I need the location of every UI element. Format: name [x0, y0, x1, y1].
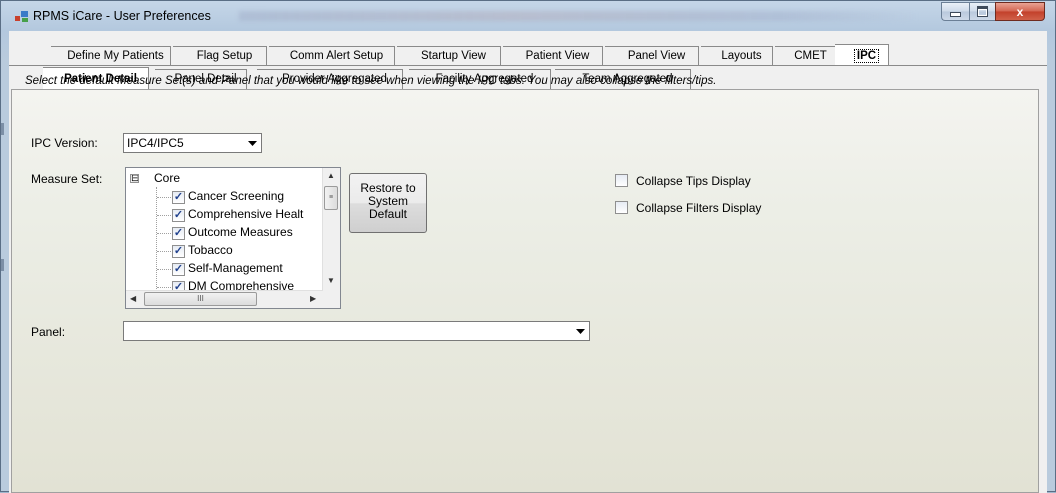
collapse-filters-label: Collapse Filters Display — [636, 201, 762, 215]
collapse-tips-label: Collapse Tips Display — [636, 174, 751, 188]
checkbox-unchecked-icon[interactable] — [615, 174, 628, 187]
ipc-version-value: IPC4/IPC5 — [127, 136, 184, 150]
check-icon: ✓ — [173, 263, 184, 275]
window-title: RPMS iCare - User Preferences — [33, 9, 211, 23]
scroll-right-icon[interactable]: ▶ — [310, 294, 316, 303]
tree-line — [157, 197, 171, 198]
tab-label: Startup View — [421, 50, 486, 62]
tree-item-label: Outcome Measures — [188, 225, 293, 239]
check-icon: ✓ — [173, 191, 184, 203]
tab-label: Panel View — [627, 50, 686, 62]
ipc-version-label: IPC Version: — [31, 136, 98, 150]
window-app-icon — [15, 11, 28, 22]
minimize-icon — [950, 12, 961, 17]
tab-define-my-patients[interactable]: Define My Patients — [43, 46, 171, 66]
tree-line — [157, 233, 171, 234]
collapse-filters-checkbox[interactable]: Collapse Filters Display — [615, 201, 761, 215]
tab-comm-alert-setup[interactable]: Comm Alert Setup — [261, 46, 395, 66]
tab-label: IPC — [853, 49, 880, 63]
tree-item-label: Cancer Screening — [188, 189, 285, 203]
tree-item-label: Tobacco — [188, 243, 233, 257]
checkbox-checked-icon[interactable]: ✓ — [172, 263, 185, 276]
scroll-thumb[interactable]: ≡ — [324, 186, 338, 210]
tree-line — [157, 215, 171, 216]
scroll-left-icon[interactable]: ◀ — [130, 294, 136, 303]
tree-item[interactable]: Self-Management — [188, 261, 283, 278]
scroll-thumb[interactable]: III — [144, 292, 257, 306]
tree-line — [157, 269, 171, 270]
measure-set-tree[interactable]: ⊟ Core ✓ Cancer Screening ✓ Comprehensiv… — [125, 167, 341, 309]
checkbox-checked-icon[interactable]: ✓ — [172, 209, 185, 222]
maximize-button[interactable] — [969, 2, 995, 21]
tree-item[interactable]: Cancer Screening — [188, 189, 284, 206]
resize-grip — [1, 259, 4, 271]
ipc-version-dropdown[interactable]: IPC4/IPC5 — [123, 133, 262, 153]
chevron-down-icon[interactable] — [244, 135, 260, 151]
collapse-tips-checkbox[interactable]: Collapse Tips Display — [615, 174, 751, 188]
tab-ipc[interactable]: IPC — [827, 44, 889, 66]
scroll-down-icon[interactable]: ▼ — [327, 276, 335, 285]
checkbox-checked-icon[interactable]: ✓ — [172, 245, 185, 258]
tab-startup-view[interactable]: Startup View — [389, 46, 501, 66]
tree-horizontal-scrollbar[interactable]: ◀ III ▶ — [126, 290, 323, 308]
tab-label: Layouts — [721, 50, 762, 62]
main-window: RPMS iCare - User Preferences x Define M… — [0, 0, 1056, 493]
close-button[interactable]: x — [995, 2, 1045, 21]
tab-label: Flag Setup — [196, 50, 253, 62]
tab-flag-setup[interactable]: Flag Setup — [165, 46, 267, 66]
chevron-down-icon[interactable] — [572, 323, 588, 339]
tree-vertical-scrollbar[interactable]: ▲ ≡ ▼ — [322, 168, 340, 291]
tab-layouts[interactable]: Layouts — [693, 46, 773, 66]
tab-cmet[interactable]: CMET — [767, 46, 837, 66]
checkbox-checked-icon[interactable]: ✓ — [172, 191, 185, 204]
tree-node-label: Core — [154, 171, 181, 185]
scroll-corner — [323, 291, 340, 308]
tab-divider — [9, 65, 1047, 66]
tree-line — [157, 251, 171, 252]
tab-label: Patient View — [525, 50, 590, 62]
collapse-icon[interactable]: ⊟ — [130, 174, 139, 183]
minimize-button[interactable] — [941, 2, 969, 21]
instructions-text: Select the default Measure Set(s) and Pa… — [25, 75, 717, 87]
tab-panel-view[interactable]: Panel View — [597, 46, 699, 66]
tree-item[interactable]: Tobacco — [188, 243, 233, 260]
title-bar[interactable]: RPMS iCare - User Preferences x — [1, 1, 1055, 31]
tree-node-core[interactable]: Core — [154, 171, 180, 188]
restore-default-button[interactable]: Restore to System Default — [349, 173, 427, 233]
tree-item[interactable]: Outcome Measures — [188, 225, 293, 242]
tab-label: CMET — [794, 50, 827, 62]
grip-icon: ≡ — [328, 194, 334, 201]
tree-line — [157, 287, 171, 288]
panel-dropdown[interactable] — [123, 321, 590, 341]
check-icon: ✓ — [173, 245, 184, 257]
button-label-line: Default — [368, 207, 408, 221]
tree-line — [156, 187, 157, 307]
maximize-icon — [977, 6, 988, 17]
resize-grip — [1, 123, 4, 135]
grip-icon: III — [197, 294, 204, 303]
measure-set-label: Measure Set: — [31, 172, 103, 186]
check-icon: ✓ — [173, 227, 184, 239]
tab-patient-view[interactable]: Patient View — [495, 46, 603, 66]
close-icon: x — [1016, 4, 1024, 19]
scroll-up-icon[interactable]: ▲ — [327, 171, 335, 180]
tree-item[interactable]: Comprehensive Healt — [188, 207, 303, 224]
tree-item-label: Comprehensive Healt — [188, 207, 304, 221]
check-icon: ✓ — [173, 209, 184, 221]
tab-label: Comm Alert Setup — [289, 50, 384, 62]
outer-tab-strip: Define My Patients Flag Setup Comm Alert… — [9, 44, 1047, 66]
panel-label: Panel: — [31, 325, 66, 339]
tab-label: Define My Patients — [67, 50, 164, 62]
checkbox-checked-icon[interactable]: ✓ — [172, 227, 185, 240]
tree-item-label: Self-Management — [188, 261, 283, 275]
title-background-text — [239, 11, 919, 21]
checkbox-unchecked-icon[interactable] — [615, 201, 628, 214]
